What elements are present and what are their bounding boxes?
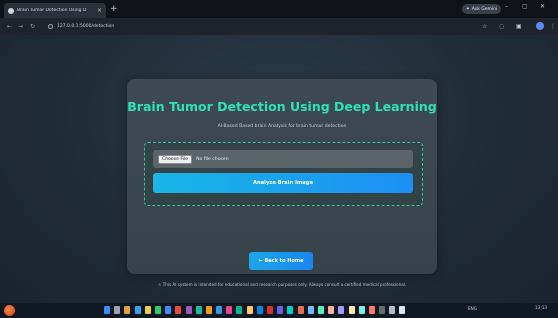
browser-tab-bar: Brain Tumor Detection Using D × + ✦ Ask …: [0, 0, 558, 18]
taskbar-app-icon[interactable]: [134, 306, 141, 314]
tab-close-icon[interactable]: ×: [97, 7, 102, 14]
sparkle-icon: ✦: [466, 6, 470, 12]
site-info-icon[interactable]: [48, 24, 53, 29]
new-tab-button[interactable]: +: [110, 3, 118, 15]
taskbar-app-icon[interactable]: [348, 306, 355, 314]
taskbar-app-icon[interactable]: [389, 306, 396, 314]
upload-form: Choose File No file chosen Analyze Brain…: [144, 142, 423, 206]
minimize-button[interactable]: –: [505, 3, 508, 10]
reload-icon[interactable]: ↻: [30, 23, 35, 30]
taskbar-app-icon[interactable]: [154, 306, 161, 314]
detection-card: Brain Tumor Detection Using Deep Learnin…: [127, 79, 437, 287]
taskbar-app-icon[interactable]: [165, 306, 172, 314]
analyze-button[interactable]: Analyze Brain Image: [153, 173, 413, 193]
close-window-button[interactable]: ✕: [540, 3, 545, 10]
profile-avatar[interactable]: [536, 22, 544, 30]
browser-toolbar: ← → ↻ 127.0.0.1:5000/detection ☆ ◌ ▣ ⋮: [0, 18, 558, 35]
page-title: Brain Tumor Detection Using Deep Learnin…: [127, 99, 437, 114]
taskbar-app-icon[interactable]: [277, 306, 284, 314]
taskbar-app-icon[interactable]: [236, 306, 243, 314]
taskbar-app-icon[interactable]: [256, 306, 263, 314]
taskbar-app-icon[interactable]: [328, 306, 335, 314]
page-viewport: Brain Tumor Detection Using Deep Learnin…: [0, 35, 558, 303]
back-to-home-button[interactable]: ← Back to Home: [249, 252, 313, 270]
tab-title: Brain Tumor Detection Using D: [17, 8, 87, 13]
taskbar-app-icon[interactable]: [338, 306, 345, 314]
taskbar-app-icon[interactable]: [226, 306, 233, 314]
menu-kebab-icon[interactable]: ⋮: [550, 23, 556, 30]
taskbar-app-icon[interactable]: [297, 306, 304, 314]
taskbar-app-icon[interactable]: [144, 306, 151, 314]
browser-tab[interactable]: Brain Tumor Detection Using D ×: [4, 3, 106, 18]
taskbar-app-icon[interactable]: [368, 306, 375, 314]
taskbar-app-icon[interactable]: [317, 306, 324, 314]
url-text: 127.0.0.1:5000/detection: [57, 24, 115, 29]
taskbar-app-icon[interactable]: [399, 306, 406, 314]
ask-gemini-button[interactable]: ✦ Ask Gemini: [462, 4, 502, 14]
choose-file-button[interactable]: Choose File: [158, 154, 193, 164]
search-icon[interactable]: [114, 306, 121, 314]
start-icon[interactable]: [104, 306, 110, 314]
forward-arrow-icon[interactable]: →: [18, 23, 23, 30]
taskbar-app-icon[interactable]: [267, 306, 273, 314]
file-status: No file chosen: [196, 156, 229, 162]
file-input[interactable]: Choose File No file chosen: [153, 150, 413, 168]
taskbar-app-icon[interactable]: [124, 306, 131, 314]
os-taskbar: ENG 13:13: [0, 303, 558, 318]
tray-language[interactable]: ENG: [468, 306, 477, 311]
taskbar-apps: [104, 306, 406, 314]
taskbar-app-icon[interactable]: [205, 306, 212, 314]
page-subtitle: AI-Based Based brain Analysis for brain …: [217, 124, 347, 129]
taskbar-clock[interactable]: 13:13: [535, 305, 547, 310]
tab-favicon-icon: [8, 7, 14, 14]
address-bar[interactable]: 127.0.0.1:5000/detection: [44, 21, 452, 32]
weather-widget-icon[interactable]: [4, 305, 15, 316]
taskbar-app-icon[interactable]: [246, 306, 253, 314]
taskbar-app-icon[interactable]: [287, 306, 294, 314]
taskbar-app-icon[interactable]: [307, 306, 314, 314]
taskbar-app-icon[interactable]: [358, 306, 365, 314]
taskbar-app-icon[interactable]: [195, 306, 202, 314]
extensions-icon[interactable]: ◌: [499, 23, 504, 30]
taskbar-app-icon[interactable]: [216, 306, 223, 314]
maximize-button[interactable]: ▢: [522, 3, 528, 10]
bookmark-star-icon[interactable]: ☆: [482, 23, 487, 30]
disclaimer-text: ⚠ This AI system is intended for educati…: [157, 282, 407, 287]
taskbar-app-icon[interactable]: [175, 306, 182, 314]
ask-gemini-label: Ask Gemini: [471, 6, 498, 12]
back-arrow-icon[interactable]: ←: [7, 23, 12, 30]
taskbar-app-icon[interactable]: [185, 306, 192, 314]
sidebar-icon[interactable]: ▣: [516, 23, 522, 30]
taskbar-app-icon[interactable]: [379, 306, 386, 314]
